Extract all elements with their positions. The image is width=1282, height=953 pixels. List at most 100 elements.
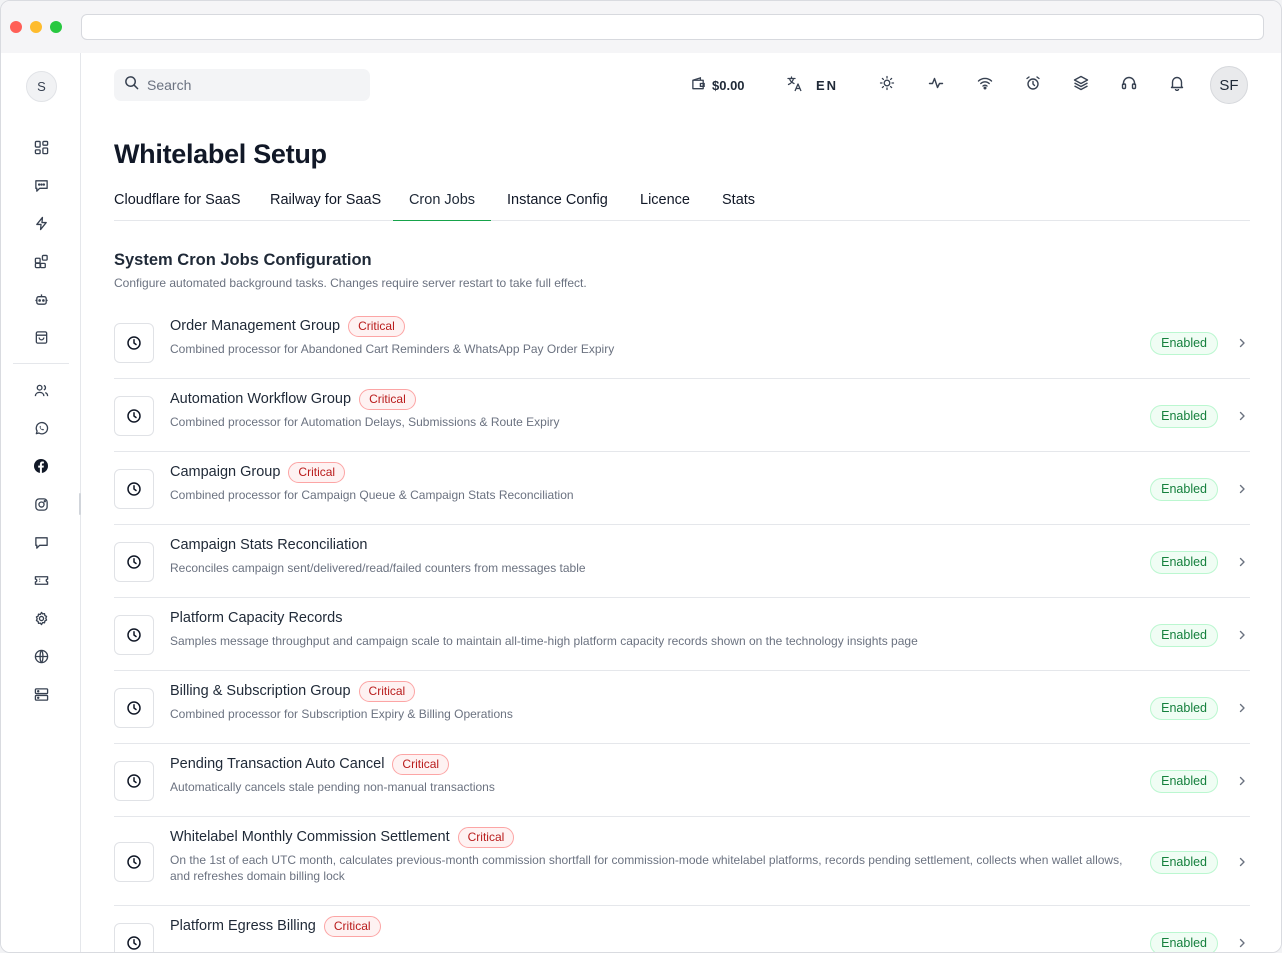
cron-job-row[interactable]: Whitelabel Monthly Commission Settlement… [114,817,1250,906]
minimize-window-button[interactable] [30,21,42,33]
bot-icon[interactable] [29,287,53,311]
cron-job-title: Platform Egress Billing [170,918,316,934]
cron-job-row[interactable]: Billing & Subscription Group Critical Comb… [114,671,1250,744]
shopping-bag-icon[interactable] [29,325,53,349]
tab-stats[interactable]: Stats [722,183,755,221]
cron-job-row[interactable]: Pending Transaction Auto Cancel Critical A… [114,744,1250,817]
cron-job-text: Whitelabel Monthly Commission Settlement… [170,826,1130,884]
cron-job-title-line: Platform Capacity Records [170,607,1130,629]
facebook-icon[interactable] [29,454,53,478]
activity-icon [928,75,944,96]
dashboard-icon[interactable] [29,135,53,159]
wallet-amount: $0.00 [712,77,745,93]
tab-cron-jobs[interactable]: Cron Jobs [393,183,491,221]
chevron-right-icon[interactable] [1234,335,1250,351]
tab-licence[interactable]: Licence [640,183,690,221]
headset-icon [1121,75,1137,96]
critical-badge: Critical [288,461,346,483]
section-title: System Cron Jobs Configuration [114,251,372,269]
address-bar[interactable] [81,14,1264,40]
critical-badge: Critical [358,680,416,702]
wallet-icon [691,76,706,94]
chevron-right-icon[interactable] [1234,554,1250,570]
cron-job-description: Reconciles campaign sent/delivered/read/… [170,561,586,575]
tab-instance-config[interactable]: Instance Config [507,183,608,221]
cron-job-text: Pending Transaction Auto Cancel Critical A… [170,753,1130,795]
cron-job-description: Automatically cancels stale pending non-… [170,780,495,794]
chevron-right-icon[interactable] [1234,935,1250,951]
cron-job-row[interactable]: Campaign Group Critical Combined processor… [114,452,1250,525]
cron-job-title-line: Campaign Group Critical [170,461,1130,483]
cron-job-description: Combined processor for Campaign Queue & … [170,488,574,502]
clock-icon [114,923,154,952]
bolt-icon[interactable] [29,211,53,235]
activity-button[interactable] [928,73,944,97]
cron-job-row[interactable]: Platform Egress Billing Critical Enabled [114,906,1250,952]
language-switcher[interactable]: EN [786,73,838,97]
cron-job-title-line: Automation Workflow Group Critical [170,388,1130,410]
wallet-balance[interactable]: $0.00 [691,73,745,97]
critical-badge: Critical [359,388,416,410]
globe-icon[interactable] [29,644,53,668]
status-badge: Enabled [1150,551,1218,574]
search-input[interactable] [147,77,357,93]
cron-job-title: Campaign Group [170,464,281,480]
cron-job-text: Automation Workflow Group Critical Combine… [170,388,1130,430]
search-box[interactable] [114,69,370,101]
cron-job-title-line: Campaign Stats Reconciliation [170,534,1130,556]
message-icon[interactable] [29,530,53,554]
cron-job-row[interactable]: Campaign Stats Reconciliation Reconciles … [114,525,1250,598]
cron-job-title-line: Billing & Subscription Group Critical [170,680,1130,702]
section-subtitle: Configure automated background tasks. Ch… [114,276,587,290]
cron-job-title-line: Platform Egress Billing Critical [170,915,1130,937]
cron-job-title-line: Whitelabel Monthly Commission Settlement… [170,826,1130,848]
sidebar-scroll-indicator[interactable] [79,493,81,515]
close-window-button[interactable] [10,21,22,33]
chevron-right-icon[interactable] [1234,627,1250,643]
clock-icon [114,615,154,655]
clock-icon [114,323,154,363]
notifications-button[interactable] [1169,73,1185,97]
cron-job-row[interactable]: Order Management Group Critical Combined p… [114,306,1250,379]
cron-job-text: Billing & Subscription Group Critical Comb… [170,680,1130,722]
language-code: EN [816,77,839,93]
tab-railway-for-saas[interactable]: Railway for SaaS [270,183,381,221]
chevron-right-icon[interactable] [1234,773,1250,789]
translate-icon [786,75,804,96]
maximize-window-button[interactable] [50,21,62,33]
chevron-right-icon[interactable] [1234,854,1250,870]
cron-job-row[interactable]: Automation Workflow Group Critical Combine… [114,379,1250,452]
tab-cloudflare-for-saas[interactable]: Cloudflare for SaaS [114,183,241,221]
workspace-avatar[interactable]: S [26,71,57,102]
user-avatar[interactable]: SF [1210,66,1248,104]
cron-job-title: Automation Workflow Group [170,391,352,407]
ticket-icon[interactable] [29,568,53,592]
cron-job-row[interactable]: Platform Capacity Records Samples message… [114,598,1250,671]
cron-job-title: Campaign Stats Reconciliation [170,537,368,553]
chevron-right-icon[interactable] [1234,481,1250,497]
users-icon[interactable] [29,378,53,402]
status-badge: Enabled [1150,624,1218,647]
whatsapp-icon[interactable] [29,416,53,440]
status-badge: Enabled [1150,332,1218,355]
alarm-button[interactable] [1025,73,1041,97]
support-button[interactable] [1121,73,1137,97]
main-content: $0.00 EN [82,53,1281,952]
cron-job-description: Samples message throughput and campaign … [170,634,918,648]
wifi-icon [977,75,993,96]
chat-icon[interactable] [29,173,53,197]
cron-job-title: Billing & Subscription Group [170,683,351,699]
chevron-right-icon[interactable] [1234,408,1250,424]
theme-toggle-button[interactable] [879,73,895,97]
server-icon[interactable] [29,682,53,706]
connection-status-button[interactable] [977,73,993,97]
apps-icon[interactable] [29,249,53,273]
cron-job-description: Combined processor for Subscription Expi… [170,707,513,721]
chevron-right-icon[interactable] [1234,700,1250,716]
sidebar-divider [13,363,69,364]
settings-icon[interactable] [29,606,53,630]
cron-job-description: Combined processor for Abandoned Cart Re… [170,342,615,356]
layers-button[interactable] [1073,73,1089,97]
instagram-icon[interactable] [29,492,53,516]
sidebar: S [1,53,81,952]
